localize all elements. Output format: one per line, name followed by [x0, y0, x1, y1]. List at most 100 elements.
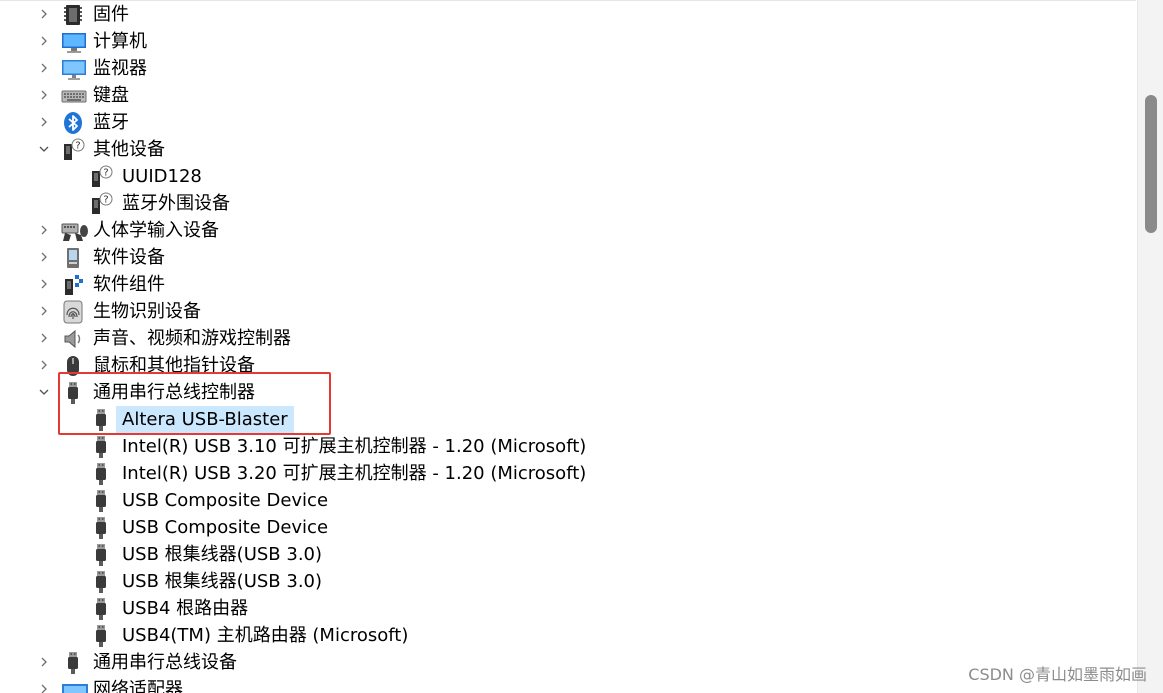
tree-item-label: Intel(R) USB 3.20 可扩展主机控制器 - 1.20 (Micro… [122, 463, 587, 484]
usb-plug-icon [89, 462, 113, 486]
usb-plug-icon [89, 543, 113, 567]
tree-item-label: 通用串行总线控制器 [93, 382, 255, 403]
software-component-icon [61, 273, 85, 297]
usb-plug-icon [89, 516, 113, 540]
usb-plug-icon [61, 381, 85, 405]
chevron-right-icon[interactable] [36, 244, 52, 271]
tree-category-row[interactable]: 键盘 [0, 82, 1136, 109]
tree-item-label: USB Composite Device [122, 517, 329, 538]
tree-category-row[interactable]: 网络适配器 [0, 676, 1136, 693]
tree-item-label: 软件设备 [93, 247, 165, 268]
computer-icon [61, 30, 86, 54]
usb-plug-icon [89, 489, 113, 513]
speaker-icon [61, 327, 85, 351]
tree-item-label: Intel(R) USB 3.10 可扩展主机控制器 - 1.20 (Micro… [122, 436, 587, 457]
tree-item-label: 固件 [93, 4, 129, 25]
tree-category-row[interactable]: 通用串行总线控制器 [0, 379, 1136, 406]
network-adapter-icon [61, 678, 88, 693]
monitor-icon [61, 57, 86, 81]
tree-item-label: USB4(TM) 主机路由器 (Microsoft) [122, 625, 409, 646]
chevron-right-icon[interactable] [36, 82, 52, 109]
tree-device-row[interactable]: USB4(TM) 主机路由器 (Microsoft) [0, 622, 1136, 649]
tree-item-label: 通用串行总线设备 [93, 652, 237, 673]
tree-device-row[interactable]: Intel(R) USB 3.10 可扩展主机控制器 - 1.20 (Micro… [0, 433, 1136, 460]
tree-device-row[interactable]: USB Composite Device [0, 514, 1136, 541]
device-tree: 固件 计算机 监视器 键盘 蓝牙? 其他设备? UUID128? 蓝牙外围设备 人体学输入设备软… [0, 1, 1136, 693]
chevron-right-icon[interactable] [36, 352, 52, 379]
tree-category-row[interactable]: 软件设备 [0, 244, 1136, 271]
tree-item-label: 蓝牙外围设备 [122, 193, 230, 214]
tree-item-label: USB 根集线器(USB 3.0) [122, 544, 323, 565]
tree-device-row[interactable]: USB Composite Device [0, 487, 1136, 514]
chevron-right-icon[interactable] [36, 325, 52, 352]
chevron-right-icon[interactable] [36, 55, 52, 82]
bluetooth-icon [61, 111, 85, 135]
mouse-icon [61, 354, 85, 378]
usb-plug-icon [89, 597, 113, 621]
tree-category-row[interactable]: 生物识别设备 [0, 298, 1136, 325]
tree-item-label: USB 根集线器(USB 3.0) [122, 571, 323, 592]
svg-text:?: ? [75, 141, 80, 152]
svg-text:?: ? [103, 195, 108, 206]
usb-plug-icon [89, 624, 113, 648]
tree-device-row[interactable]: USB4 根路由器 [0, 595, 1136, 622]
chevron-right-icon[interactable] [36, 217, 52, 244]
tree-category-row[interactable]: 声音、视频和游戏控制器 [0, 325, 1136, 352]
tree-item-label: 蓝牙 [93, 112, 129, 133]
tree-category-row[interactable]: 计算机 [0, 28, 1136, 55]
tree-item-label: 计算机 [93, 31, 147, 52]
vertical-scrollbar[interactable] [1137, 0, 1163, 693]
tree-item-label: 网络适配器 [93, 679, 183, 693]
tree-category-row[interactable]: 通用串行总线设备 [0, 649, 1136, 676]
tree-category-row[interactable]: ? 其他设备 [0, 136, 1136, 163]
chevron-right-icon[interactable] [36, 298, 52, 325]
tree-item-label: 声音、视频和游戏控制器 [93, 328, 291, 349]
tree-device-row[interactable]: ? 蓝牙外围设备 [0, 190, 1136, 217]
tree-item-label: USB Composite Device [122, 490, 329, 511]
device-manager-window: 固件 计算机 监视器 键盘 蓝牙? 其他设备? UUID128? 蓝牙外围设备 人体学输入设备软… [0, 0, 1163, 693]
tree-device-row[interactable]: USB 根集线器(USB 3.0) [0, 568, 1136, 595]
tree-item-label: UUID128 [122, 166, 202, 187]
scrollbar-thumb[interactable] [1145, 95, 1157, 233]
tree-category-row[interactable]: 固件 [0, 1, 1136, 28]
chevron-down-icon[interactable] [36, 136, 52, 163]
tree-category-row[interactable]: 监视器 [0, 55, 1136, 82]
tree-device-row[interactable]: ? UUID128 [0, 163, 1136, 190]
firmware-icon [61, 3, 85, 27]
tree-item-label: 监视器 [93, 58, 147, 79]
svg-text:?: ? [103, 168, 108, 179]
tree-item-label: 软件组件 [93, 274, 165, 295]
tree-category-row[interactable]: 蓝牙 [0, 109, 1136, 136]
tree-device-row[interactable]: Altera USB-Blaster [0, 406, 1136, 433]
unknown-device-icon: ? [89, 192, 113, 216]
unknown-device-icon: ? [61, 138, 85, 162]
tree-item-label: USB4 根路由器 [122, 598, 249, 619]
tree-item-label: 生物识别设备 [93, 301, 201, 322]
tree-item-label: 键盘 [93, 85, 129, 106]
usb-plug-icon [89, 570, 113, 594]
chevron-right-icon[interactable] [36, 649, 52, 676]
fingerprint-icon [61, 300, 85, 324]
tree-item-label: Altera USB-Blaster [116, 406, 294, 433]
chevron-right-icon[interactable] [36, 271, 52, 298]
keyboard-icon [61, 84, 87, 108]
chevron-right-icon[interactable] [36, 109, 52, 136]
chevron-right-icon[interactable] [36, 28, 52, 55]
tree-device-row[interactable]: USB 根集线器(USB 3.0) [0, 541, 1136, 568]
usb-plug-icon [89, 408, 113, 432]
tree-item-label: 鼠标和其他指针设备 [93, 355, 255, 376]
chevron-right-icon[interactable] [36, 1, 52, 28]
chevron-right-icon[interactable] [36, 676, 52, 693]
chevron-down-icon[interactable] [36, 379, 52, 406]
tree-device-row[interactable]: Intel(R) USB 3.20 可扩展主机控制器 - 1.20 (Micro… [0, 460, 1136, 487]
software-device-icon [61, 246, 85, 270]
tree-category-row[interactable]: 人体学输入设备 [0, 217, 1136, 244]
usb-plug-icon [61, 651, 85, 675]
tree-item-label: 人体学输入设备 [93, 220, 219, 241]
tree-category-row[interactable]: 软件组件 [0, 271, 1136, 298]
hid-icon [61, 219, 88, 243]
tree-item-label: 其他设备 [93, 139, 165, 160]
usb-plug-icon [89, 435, 113, 459]
tree-category-row[interactable]: 鼠标和其他指针设备 [0, 352, 1136, 379]
unknown-device-icon: ? [89, 165, 113, 189]
